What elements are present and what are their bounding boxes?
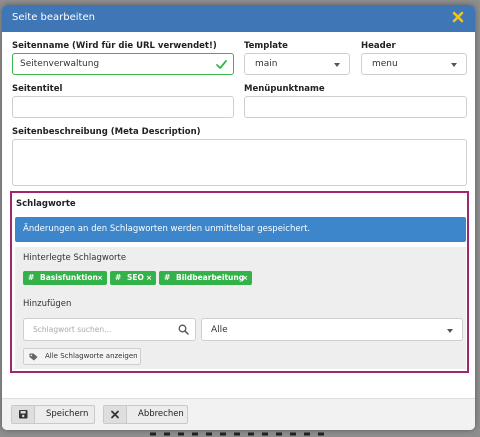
keyword-search-placeholder: Schlagwort suchen... bbox=[33, 325, 112, 334]
keyword-filter-select[interactable]: Alle bbox=[201, 318, 463, 341]
keyword-tag-label: Bildbearbeitung bbox=[176, 273, 245, 282]
search-icon bbox=[178, 324, 189, 335]
header-label: Header bbox=[361, 41, 396, 51]
template-label: Template bbox=[244, 41, 288, 51]
floppy-disk-icon bbox=[19, 410, 28, 419]
save-button-label: Speichern bbox=[46, 409, 89, 419]
chevron-down-icon bbox=[447, 329, 453, 333]
dialog-title: Seite bearbeiten bbox=[12, 12, 95, 23]
cancel-icon-box bbox=[104, 406, 127, 423]
keywords-alert-text: Änderungen an den Schlagworten werden un… bbox=[23, 224, 311, 234]
keyword-tag-bildbearbeitung[interactable]: # Bildbearbeitung × bbox=[159, 271, 252, 285]
check-icon bbox=[216, 60, 227, 69]
chevron-down-icon bbox=[451, 63, 457, 67]
add-keyword-label: Hinzufügen bbox=[23, 299, 72, 309]
chevron-down-icon bbox=[334, 63, 340, 67]
page-name-value: Seitenverwaltung bbox=[20, 59, 100, 69]
dialog-footer: Speichern Abbrechen bbox=[2, 398, 475, 430]
page-name-input[interactable]: Seitenverwaltung bbox=[12, 53, 234, 75]
page-name-label: Seitenname (Wird für die URL verwendet!) bbox=[12, 41, 217, 51]
keywords-info-alert: Änderungen an den Schlagworten werden un… bbox=[15, 217, 466, 242]
remove-tag-icon[interactable]: × bbox=[242, 271, 248, 285]
hashtag-icon: # bbox=[115, 273, 122, 282]
menu-item-name-label: Menüpunktname bbox=[244, 84, 325, 94]
page-title-label: Seitentitel bbox=[12, 84, 63, 94]
edit-page-dialog: Seite bearbeiten Seitenname (Wird für di… bbox=[2, 5, 475, 430]
description-textarea[interactable] bbox=[12, 139, 467, 186]
menu-item-name-input[interactable] bbox=[244, 96, 467, 118]
keyword-search-input[interactable]: Schlagwort suchen... bbox=[23, 318, 196, 341]
keyword-filter-value: Alle bbox=[211, 325, 228, 335]
keyword-tag-seo[interactable]: # SEO × bbox=[110, 271, 156, 285]
show-all-keywords-label: Alle Schlagworte anzeigen bbox=[45, 352, 138, 360]
keyword-tag-label: Basisfunktion bbox=[40, 273, 98, 282]
header-value: menu bbox=[372, 59, 398, 69]
page-title-input[interactable] bbox=[12, 96, 234, 118]
save-icon-box bbox=[12, 406, 35, 423]
hashtag-icon: # bbox=[164, 273, 171, 282]
cancel-button-label: Abbrechen bbox=[138, 409, 184, 419]
keyword-tag-basisfunktion[interactable]: # Basisfunktion × bbox=[23, 271, 107, 285]
show-all-keywords-button[interactable]: Alle Schlagworte anzeigen bbox=[23, 348, 141, 365]
template-value: main bbox=[255, 59, 278, 69]
close-icon[interactable] bbox=[450, 9, 466, 25]
template-select[interactable]: main bbox=[244, 53, 350, 75]
stored-keywords-label: Hinterlegte Schlagworte bbox=[23, 253, 127, 263]
hashtag-icon: # bbox=[28, 273, 35, 282]
header-select[interactable]: menu bbox=[361, 53, 467, 75]
save-button[interactable]: Speichern bbox=[11, 405, 95, 424]
keywords-section: Schlagworte Änderungen an den Schlagwort… bbox=[10, 191, 469, 373]
dialog-header: Seite bearbeiten bbox=[2, 5, 475, 32]
close-icon bbox=[111, 410, 119, 419]
description-label: Seitenbeschreibung (Meta Description) bbox=[12, 127, 201, 137]
remove-tag-icon[interactable]: × bbox=[97, 271, 103, 285]
keyword-tag-label: SEO bbox=[127, 273, 144, 282]
remove-tag-icon[interactable]: × bbox=[146, 271, 152, 285]
keywords-title: Schlagworte bbox=[16, 199, 76, 209]
tags-icon bbox=[29, 353, 38, 361]
cancel-button[interactable]: Abbrechen bbox=[103, 405, 188, 424]
keywords-panel: Hinterlegte Schlagworte # Basisfunktion … bbox=[15, 247, 466, 369]
